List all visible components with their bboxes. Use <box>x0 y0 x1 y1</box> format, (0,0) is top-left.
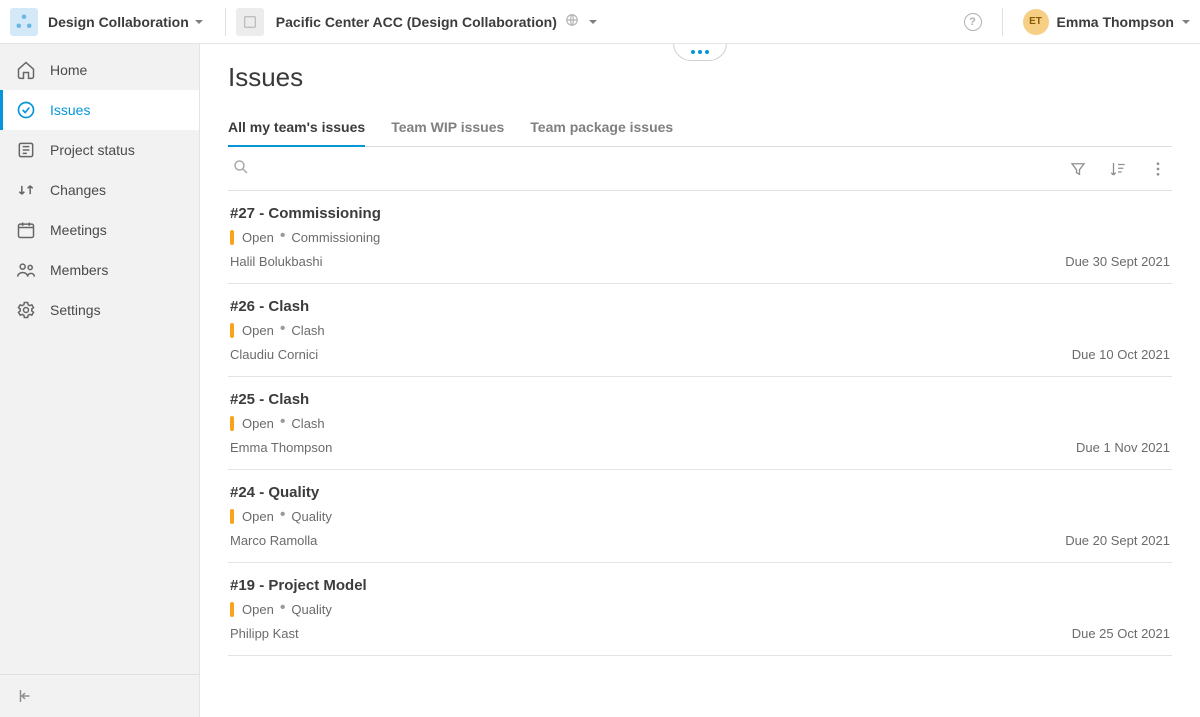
chevron-down-icon <box>589 20 597 24</box>
issue-title: #19 - Project Model <box>230 577 1170 594</box>
sort-icon <box>1109 160 1127 178</box>
project-icon <box>236 8 264 36</box>
tabs: All my team's issues Team WIP issues Tea… <box>228 119 1172 147</box>
page-title: Issues <box>228 62 1172 93</box>
main-content: Issues All my team's issues Team WIP iss… <box>200 44 1200 717</box>
issue-meta: Open • Quality <box>230 600 1170 618</box>
user-name: Emma Thompson <box>1057 14 1174 30</box>
calendar-icon <box>16 220 36 240</box>
issue-due-date: Due 10 Oct 2021 <box>1072 347 1170 362</box>
home-icon <box>16 60 36 80</box>
search-icon <box>232 158 250 176</box>
chevron-down-icon <box>1182 20 1190 24</box>
sidebar-item-meetings[interactable]: Meetings <box>0 210 199 250</box>
issue-status: Open <box>242 602 274 617</box>
filter-icon <box>1069 160 1087 178</box>
project-switcher[interactable]: Pacific Center ACC (Design Collaboration… <box>236 8 597 36</box>
filter-button[interactable] <box>1064 155 1092 183</box>
issue-due-date: Due 25 Oct 2021 <box>1072 626 1170 641</box>
issue-row[interactable]: #19 - Project Model Open • Quality Phili… <box>228 563 1172 656</box>
sidebar-item-label: Home <box>50 62 87 78</box>
sidebar: Home Issues Project status Changes Meeti… <box>0 44 200 717</box>
tab-team-wip-issues[interactable]: Team WIP issues <box>391 119 504 147</box>
app-logo-icon <box>15 13 33 31</box>
issues-list: #27 - Commissioning Open • Commissioning… <box>228 191 1172 656</box>
divider <box>225 8 226 36</box>
chevron-down-icon <box>195 20 203 24</box>
sidebar-item-issues[interactable]: Issues <box>0 90 199 130</box>
issue-status: Open <box>242 323 274 338</box>
sidebar-item-settings[interactable]: Settings <box>0 290 199 330</box>
top-bar: Design Collaboration Pacific Center ACC … <box>0 0 1200 44</box>
tab-all-my-teams-issues[interactable]: All my team's issues <box>228 119 365 147</box>
issue-status: Open <box>242 509 274 524</box>
issue-due-date: Due 20 Sept 2021 <box>1065 533 1170 548</box>
divider <box>1002 8 1003 36</box>
issue-assignee: Philipp Kast <box>230 626 299 641</box>
issue-title: #27 - Commissioning <box>230 205 1170 222</box>
issue-type: Clash <box>291 416 324 431</box>
help-button[interactable]: ? <box>964 13 982 31</box>
changes-icon <box>16 180 36 200</box>
gear-icon <box>16 300 36 320</box>
more-vertical-icon <box>1149 160 1167 178</box>
globe-icon <box>565 13 579 30</box>
sidebar-item-label: Project status <box>50 142 135 158</box>
status-indicator <box>230 602 234 617</box>
issue-assignee: Claudiu Cornici <box>230 347 318 362</box>
status-indicator <box>230 416 234 431</box>
issue-meta: Open • Clash <box>230 321 1170 339</box>
issue-row[interactable]: #25 - Clash Open • Clash Emma Thompson D… <box>228 377 1172 470</box>
issue-type: Commissioning <box>291 230 380 245</box>
collapse-icon <box>16 687 34 705</box>
sidebar-item-project-status[interactable]: Project status <box>0 130 199 170</box>
issue-type: Quality <box>291 509 331 524</box>
issue-row[interactable]: #27 - Commissioning Open • Commissioning… <box>228 191 1172 284</box>
app-name: Design Collaboration <box>48 14 189 30</box>
sidebar-item-home[interactable]: Home <box>0 50 199 90</box>
sort-button[interactable] <box>1104 155 1132 183</box>
app-switcher[interactable]: Design Collaboration <box>48 14 215 30</box>
sidebar-item-members[interactable]: Members <box>0 250 199 290</box>
issue-meta: Open • Clash <box>230 414 1170 432</box>
search-button[interactable] <box>232 158 250 179</box>
user-menu[interactable]: ET Emma Thompson <box>1013 9 1190 35</box>
issue-due-date: Due 1 Nov 2021 <box>1076 440 1170 455</box>
issue-assignee: Emma Thompson <box>230 440 332 455</box>
issue-status: Open <box>242 230 274 245</box>
issue-title: #26 - Clash <box>230 298 1170 315</box>
issue-type: Quality <box>291 602 331 617</box>
sidebar-item-label: Changes <box>50 182 106 198</box>
issue-title: #25 - Clash <box>230 391 1170 408</box>
status-indicator <box>230 509 234 524</box>
avatar: ET <box>1023 9 1049 35</box>
issue-status: Open <box>242 416 274 431</box>
sidebar-item-changes[interactable]: Changes <box>0 170 199 210</box>
status-icon <box>16 140 36 160</box>
issue-type: Clash <box>291 323 324 338</box>
collapse-sidebar-button[interactable] <box>14 685 36 707</box>
sidebar-item-label: Meetings <box>50 222 107 238</box>
issue-assignee: Marco Ramolla <box>230 533 317 548</box>
issue-meta: Open • Commissioning <box>230 228 1170 246</box>
sidebar-item-label: Settings <box>50 302 101 318</box>
project-name: Pacific Center ACC (Design Collaboration… <box>276 14 557 30</box>
issue-row[interactable]: #26 - Clash Open • Clash Claudiu Cornici… <box>228 284 1172 377</box>
issue-title: #24 - Quality <box>230 484 1170 501</box>
status-indicator <box>230 230 234 245</box>
expand-tray-button[interactable] <box>673 44 727 61</box>
issue-due-date: Due 30 Sept 2021 <box>1065 254 1170 269</box>
sidebar-item-label: Issues <box>50 102 90 118</box>
issue-meta: Open • Quality <box>230 507 1170 525</box>
issue-assignee: Halil Bolukbashi <box>230 254 323 269</box>
issue-row[interactable]: #24 - Quality Open • Quality Marco Ramol… <box>228 470 1172 563</box>
more-options-button[interactable] <box>1144 155 1172 183</box>
tab-team-package-issues[interactable]: Team package issues <box>530 119 673 147</box>
app-logo <box>10 8 38 36</box>
sidebar-item-label: Members <box>50 262 108 278</box>
list-toolbar <box>228 147 1172 191</box>
check-circle-icon <box>16 100 36 120</box>
status-indicator <box>230 323 234 338</box>
members-icon <box>16 260 36 280</box>
